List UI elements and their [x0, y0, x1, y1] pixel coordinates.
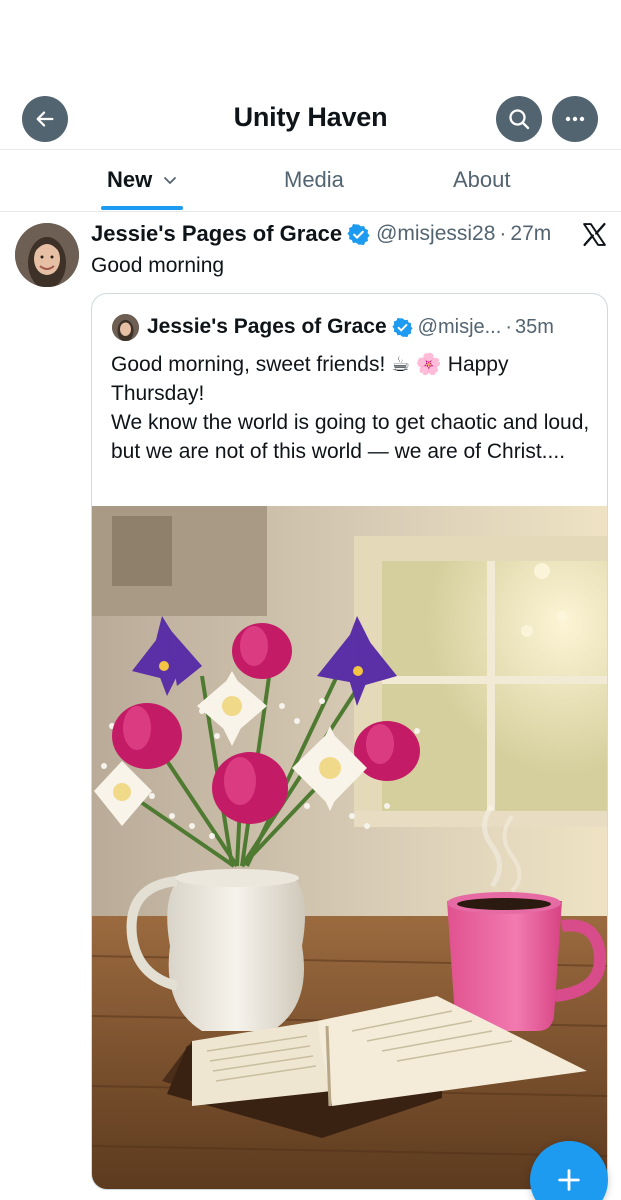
x-logo-icon[interactable] [582, 222, 607, 247]
separator-dot: · [499, 222, 507, 245]
tab-bar: New Media About [0, 150, 621, 211]
post-time[interactable]: 27m [510, 222, 551, 246]
quoted-handle: @misje... [417, 315, 502, 338]
profile-photo [15, 223, 79, 287]
quoted-author-name: Jessie's Pages of Grace [147, 315, 387, 338]
quoted-text-line1: Good morning, sweet friends! ☕ 🌸 Happy T… [111, 353, 509, 405]
author-name[interactable]: Jessie's Pages of Grace [91, 221, 342, 247]
quoted-post-header: Jessie's Pages of Grace @misje... · 35m [112, 313, 554, 341]
more-button[interactable] [552, 96, 598, 142]
search-icon [509, 109, 530, 130]
quoted-separator-dot: · [505, 315, 512, 338]
avatar[interactable] [15, 223, 79, 287]
tab-about[interactable]: About [453, 167, 511, 193]
tabs-divider [0, 211, 621, 212]
verified-badge-icon [392, 317, 413, 337]
active-tab-indicator [101, 206, 183, 210]
quoted-post[interactable]: Jessie's Pages of Grace @misje... · 35m … [91, 293, 608, 1190]
author-handle[interactable]: @misjessi28 [376, 222, 495, 246]
quoted-profile-photo [112, 313, 139, 341]
tab-new-label: New [107, 167, 153, 192]
post-header: Jessie's Pages of Grace @misjessi28 · 27… [91, 219, 551, 249]
verified-badge-icon [347, 223, 370, 245]
quoted-text-line2: We know the world is going to get chaoti… [111, 411, 590, 463]
tab-media[interactable]: Media [284, 167, 344, 193]
chevron-down-icon[interactable] [162, 172, 178, 188]
plus-icon [558, 1169, 580, 1191]
post-text: Good morning [91, 254, 225, 277]
quoted-text: Good morning, sweet friends! ☕ 🌸 Happy T… [111, 350, 591, 466]
tab-new[interactable]: New [107, 167, 178, 193]
post-image[interactable] [92, 506, 608, 1190]
search-button[interactable] [496, 96, 542, 142]
quoted-time: 35m [514, 315, 554, 338]
top-bar: Unity Haven [0, 90, 621, 148]
more-horizontal-icon [565, 116, 585, 122]
quoted-avatar [112, 313, 139, 341]
